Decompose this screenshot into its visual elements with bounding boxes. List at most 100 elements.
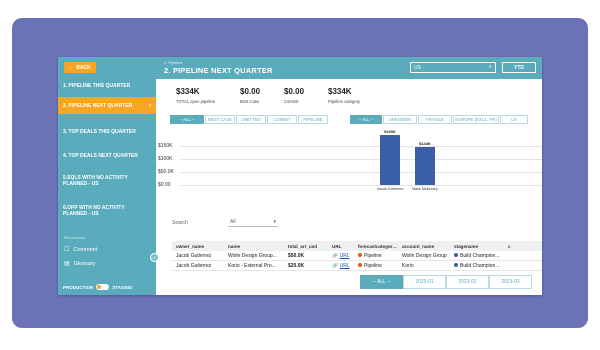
cell-name: Korio - External Pro... — [228, 262, 276, 269]
search-value: US — [414, 64, 421, 71]
filter-chip-all[interactable]: -- ALL -- — [350, 115, 382, 124]
environment-switch[interactable]: PRODUCTION STAGING — [63, 284, 132, 290]
cell-stagename: Build Champion... — [450, 263, 504, 269]
kpi-best-case: $0.00 Best Case — [240, 87, 260, 104]
sidebar-item-top-deals-this-quarter[interactable]: 3. TOP DEALS THIS QUARTER — [58, 129, 156, 135]
cell-total-arr: $50.0K — [288, 252, 305, 259]
region-filter: -- ALL -- UNKNOWN FRANCE EUROPE (EXCL. F… — [350, 115, 529, 124]
cell-account-name: Wolin Design Group — [402, 252, 447, 259]
table-search-input[interactable]: Search — [172, 218, 220, 227]
forecast-category-value: Pipeline — [364, 262, 382, 269]
chart-bar[interactable] — [380, 135, 400, 185]
kpi-commit: $0.00 Commit — [284, 87, 304, 104]
column-header-total-arr[interactable]: total_arr_usd — [284, 244, 328, 249]
column-header-url[interactable]: URL — [328, 244, 354, 249]
month-chip-all[interactable]: -- ALL -- — [360, 275, 403, 289]
resources-section-label: Resources — [64, 235, 85, 240]
opportunities-table: owner_name name total_arr_usd URL foreca… — [172, 241, 542, 271]
kpi-label: Pipeline category — [328, 99, 361, 104]
table-row[interactable]: Jacob Gutierrez Wolin Design Group... $5… — [172, 251, 542, 261]
column-header-stagename[interactable]: stagename — [450, 244, 504, 249]
cell-url[interactable]: 🔗 URL — [328, 253, 354, 259]
filter-chip-pipeline[interactable]: PIPELINE — [298, 115, 328, 124]
status-dot-icon — [358, 263, 362, 268]
env-production-label: PRODUCTION — [63, 284, 94, 290]
filter-chip-france[interactable]: FRANCE — [418, 115, 452, 124]
country-search-input[interactable]: US ⌕ — [410, 62, 496, 73]
filter-chip-best-case[interactable]: BEST CASE — [205, 115, 235, 124]
y-tick-label: $100K — [158, 155, 173, 162]
y-tick-label: $150K — [158, 142, 173, 149]
column-header-account-name[interactable]: account_name — [398, 244, 450, 249]
filter-chip-omitted[interactable]: OMITTED — [236, 115, 266, 124]
column-header-owner-name[interactable]: owner_name — [172, 244, 224, 249]
sidebar-item-label: 5.SQLS WITH NO ACTIVITY PLANNED - US — [63, 175, 128, 187]
table-filter-select[interactable]: All ▾ — [228, 218, 278, 227]
cell-owner-name: Jacob Gutierrez — [176, 262, 212, 269]
kpi-label: Best Case — [240, 99, 260, 104]
month-chip-2023-01[interactable]: 2023-01 — [403, 275, 446, 289]
kpi-pipeline-category: $334K Pipeline category — [328, 87, 360, 104]
cell-url[interactable]: 🔗 URL — [328, 263, 354, 269]
sidebar-collapse-button[interactable]: › — [150, 253, 159, 262]
chevron-left-icon: ‹ — [149, 102, 151, 109]
chart-gridline — [180, 158, 542, 160]
period-selector[interactable]: YTD — [502, 62, 536, 73]
breadcrumb[interactable]: 2. Pipeline — [164, 60, 183, 65]
kpi-label: Commit — [284, 99, 299, 104]
column-header-extra[interactable]: c — [504, 244, 542, 249]
glossary-link[interactable]: ▤ Glossary — [64, 260, 95, 268]
sidebar-item-sqls-no-activity[interactable]: 5.SQLS WITH NO ACTIVITY PLANNED - US — [58, 175, 138, 187]
env-toggle[interactable] — [96, 284, 110, 290]
pipeline-by-owner-chart: $150K $100K $50.0K $0.00 $190K Jacob Gutierre… — [158, 127, 542, 199]
sidebar-item-label: 6.OPP WITH NO ACTIVITY PLANNED - US — [63, 205, 125, 217]
chart-gridline — [180, 185, 542, 186]
filter-chip-us[interactable]: US — [500, 115, 528, 124]
page-header: 2. Pipeline 2. PIPELINE NEXT QUARTER US … — [156, 57, 542, 79]
filter-chip-europe[interactable]: EUROPE (EXCL. FR) — [453, 115, 499, 124]
book-icon: ▤ — [64, 261, 70, 267]
filter-chip-commit[interactable]: COMMIT — [267, 115, 297, 124]
chevron-right-icon: › — [153, 254, 156, 261]
column-header-forecast-category[interactable]: forecastcategoryname — [354, 244, 398, 249]
back-button[interactable]: ← BACK — [64, 62, 96, 73]
comment-link-label: Comment — [73, 246, 98, 253]
chart-data-label: $144K — [419, 141, 431, 147]
arrow-left-icon: ← — [69, 64, 75, 71]
table-row[interactable]: Jacob Gutierrez Korio - External Pro... … — [172, 261, 542, 271]
back-button-label: BACK — [76, 64, 91, 71]
cell-forecast-category: Pipeline — [354, 263, 398, 269]
url-link[interactable]: URL — [340, 263, 350, 269]
sidebar-item-opp-no-activity[interactable]: 6.OPP WITH NO ACTIVITY PLANNED - US — [58, 205, 138, 217]
cell-account-name: Korio — [402, 262, 414, 269]
kpi-value: $334K — [176, 87, 200, 96]
chart-gridline — [180, 145, 542, 147]
kpi-total-open-pipeline: $334K TOTAL open pipeline — [176, 87, 215, 104]
sidebar-item-label: 4. TOP DEALS NEXT QUARTER — [63, 153, 138, 159]
toggle-knob — [97, 285, 102, 289]
cell-total-arr: $20.0K — [288, 262, 305, 269]
column-header-name[interactable]: name — [224, 244, 284, 249]
chart-bar[interactable] — [415, 147, 435, 185]
sidebar: ← BACK 1. PIPELINE THIS QUARTER 2. PIPEL… — [58, 57, 156, 295]
table-search-placeholder: Search — [172, 219, 188, 226]
sidebar-item-pipeline-next-quarter[interactable]: 2. PIPELINE NEXT QUARTER ‹ — [58, 97, 156, 114]
month-chip-2023-03[interactable]: 2023-03 — [489, 275, 532, 289]
chart-data-label: $190K — [384, 129, 396, 134]
env-staging-label: STAGING — [112, 284, 133, 290]
comment-link[interactable]: ☐ Comment — [64, 246, 98, 254]
sidebar-item-label: 2. PIPELINE NEXT QUARTER — [63, 102, 133, 109]
filter-chip-unknown[interactable]: UNKNOWN — [383, 115, 417, 124]
sidebar-item-top-deals-next-quarter[interactable]: 4. TOP DEALS NEXT QUARTER — [58, 153, 156, 159]
link-icon: 🔗 — [332, 262, 339, 269]
kpi-label: TOTAL open pipeline — [176, 99, 216, 104]
sidebar-item-pipeline-this-quarter[interactable]: 1. PIPELINE THIS QUARTER — [58, 83, 156, 89]
y-tick-label: $0.00 — [158, 182, 171, 188]
month-chip-2023-02[interactable]: 2023-02 — [446, 275, 489, 289]
filter-chip-all[interactable]: -- ALL -- — [170, 115, 204, 124]
kpi-value: $0.00 — [240, 87, 261, 96]
search-icon[interactable]: ⌕ — [489, 64, 492, 71]
sidebar-item-label: 1. PIPELINE THIS QUARTER — [63, 83, 131, 89]
stage-dot-icon — [454, 263, 458, 268]
url-link[interactable]: URL — [340, 253, 350, 259]
